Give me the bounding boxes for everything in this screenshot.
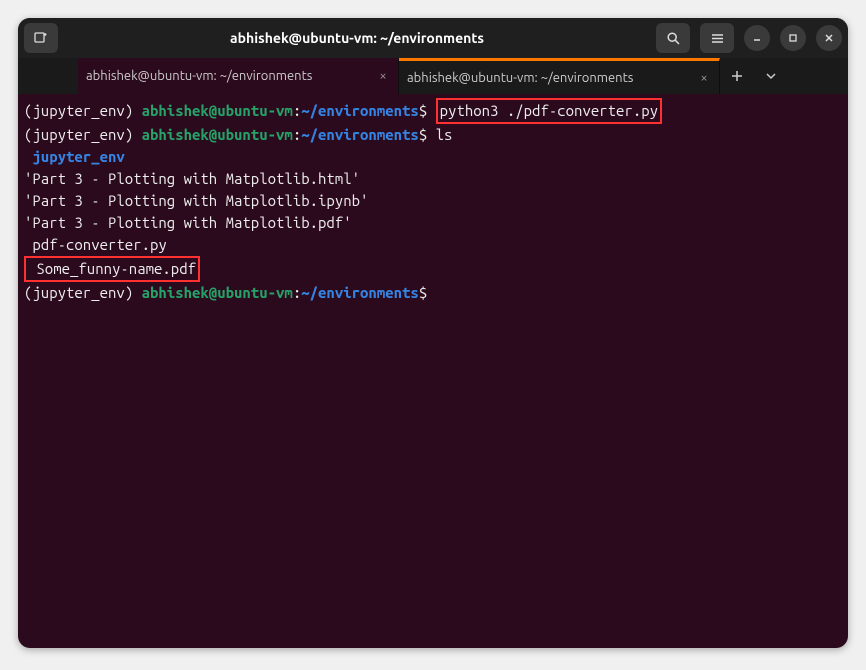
close-icon	[823, 32, 835, 44]
search-icon	[666, 31, 681, 46]
tab-2-close-icon[interactable]: ×	[697, 71, 711, 85]
tab-1-label: abhishek@ubuntu-vm: ~/environments	[86, 69, 312, 83]
terminal-line-prompt: (jupyter_env) abhishek@ubuntu-vm:~/envir…	[24, 282, 842, 304]
plus-icon	[730, 69, 744, 83]
hamburger-icon	[710, 31, 725, 46]
menu-button[interactable]	[700, 23, 734, 53]
terminal-content[interactable]: (jupyter_env) abhishek@ubuntu-vm:~/envir…	[18, 94, 848, 648]
terminal-line-2: (jupyter_env) abhishek@ubuntu-vm:~/envir…	[24, 124, 842, 146]
tabbar: abhishek@ubuntu-vm: ~/environments × abh…	[18, 58, 848, 94]
highlighted-command: python3 ./pdf-converter.py	[436, 98, 662, 124]
new-tab-icon	[33, 30, 49, 46]
titlebar: abhishek@ubuntu-vm: ~/environments	[18, 18, 848, 58]
minimize-icon	[751, 32, 763, 44]
terminal-output-5: Some_funny-name.pdf	[24, 256, 842, 282]
tabbar-menu-button[interactable]	[754, 58, 788, 94]
terminal-output-4: pdf-converter.py	[24, 234, 842, 256]
maximize-button[interactable]	[780, 25, 806, 51]
tab-2[interactable]: abhishek@ubuntu-vm: ~/environments ×	[399, 58, 720, 94]
highlighted-file: Some_funny-name.pdf	[24, 256, 200, 282]
tab-2-label: abhishek@ubuntu-vm: ~/environments	[407, 71, 633, 85]
tab-1-close-icon[interactable]: ×	[376, 69, 390, 83]
maximize-icon	[787, 32, 799, 44]
chevron-down-icon	[765, 70, 777, 82]
new-tab-button[interactable]	[24, 23, 58, 53]
terminal-output-3: 'Part 3 - Plotting with Matplotlib.pdf'	[24, 212, 842, 234]
close-button[interactable]	[816, 25, 842, 51]
terminal-output-1: 'Part 3 - Plotting with Matplotlib.html'	[24, 168, 842, 190]
terminal-line-1: (jupyter_env) abhishek@ubuntu-vm:~/envir…	[24, 98, 842, 124]
window-title: abhishek@ubuntu-vm: ~/environments	[66, 30, 648, 46]
tabbar-add-button[interactable]	[720, 58, 754, 94]
minimize-button[interactable]	[744, 25, 770, 51]
terminal-window: abhishek@ubuntu-vm: ~/environments abhis…	[18, 18, 848, 648]
terminal-output-dir: jupyter_env	[24, 146, 842, 168]
terminal-output-2: 'Part 3 - Plotting with Matplotlib.ipynb…	[24, 190, 842, 212]
tab-1[interactable]: abhishek@ubuntu-vm: ~/environments ×	[78, 58, 399, 94]
search-button[interactable]	[656, 23, 690, 53]
